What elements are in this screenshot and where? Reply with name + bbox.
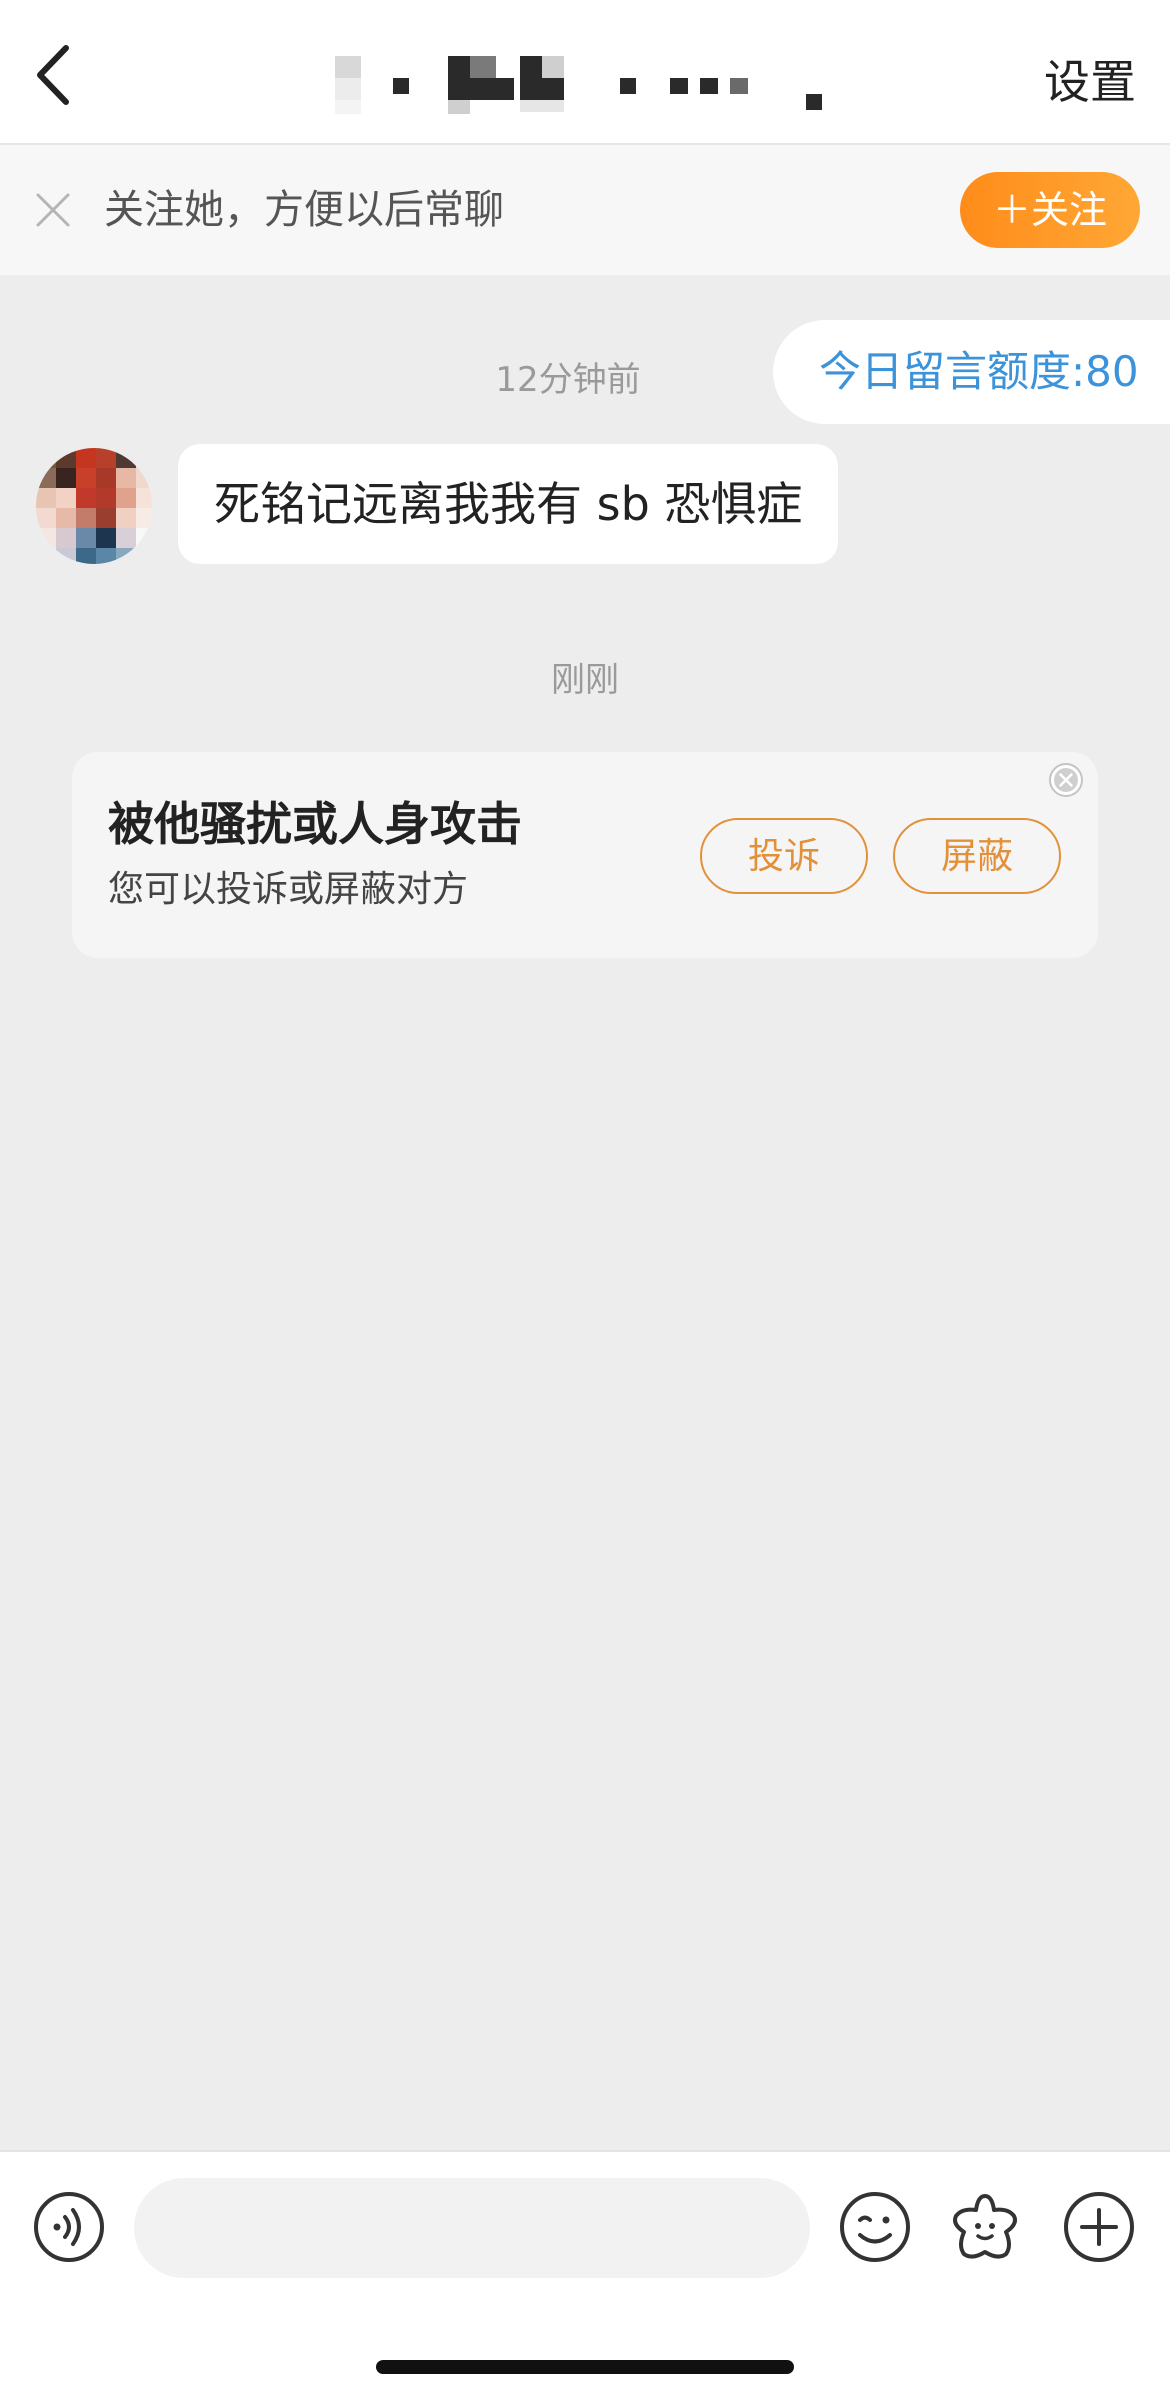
- home-indicator: [376, 2360, 794, 2374]
- timestamp: 刚刚: [551, 660, 619, 700]
- more-button[interactable]: [1062, 2190, 1136, 2264]
- timestamp: 12分钟前: [495, 360, 641, 400]
- close-icon: [1049, 763, 1083, 797]
- follow-suggestion-bar: 关注她，方便以后常聊 ＋关注: [0, 145, 1170, 275]
- card-subtitle: 您可以投诉或屏蔽对方: [108, 869, 469, 910]
- top-navigation-bar: 设置: [0, 0, 1170, 145]
- dismiss-follow-button[interactable]: [34, 191, 72, 229]
- voice-button[interactable]: [32, 2190, 106, 2264]
- back-button[interactable]: [28, 40, 88, 110]
- emoji-button[interactable]: [838, 2190, 912, 2264]
- plus-icon: [1064, 2192, 1134, 2262]
- follow-button[interactable]: ＋关注: [960, 172, 1140, 248]
- settings-button[interactable]: 设置: [1044, 52, 1136, 112]
- sticker-button[interactable]: [948, 2190, 1022, 2264]
- harassment-report-card: 被他骚扰或人身攻击 您可以投诉或屏蔽对方 投诉 屏蔽: [72, 752, 1098, 958]
- close-icon: [36, 193, 70, 227]
- card-title: 被他骚扰或人身攻击: [108, 797, 522, 851]
- conversation-title-pixelated: [330, 50, 830, 120]
- report-button[interactable]: 投诉: [700, 818, 868, 894]
- received-message-bubble[interactable]: 死铭记远离我我有 sb 恐惧症: [178, 444, 839, 564]
- voice-icon: [34, 2192, 104, 2262]
- avatar[interactable]: [36, 448, 152, 564]
- message-input[interactable]: [134, 2178, 810, 2278]
- sticker-icon: [953, 2194, 1017, 2259]
- emoji-icon: [840, 2192, 910, 2262]
- close-card-button[interactable]: [1048, 762, 1084, 798]
- back-chevron-icon: [37, 45, 69, 105]
- follow-prompt-text: 关注她，方便以后常聊: [104, 187, 504, 233]
- block-button[interactable]: 屏蔽: [893, 818, 1061, 894]
